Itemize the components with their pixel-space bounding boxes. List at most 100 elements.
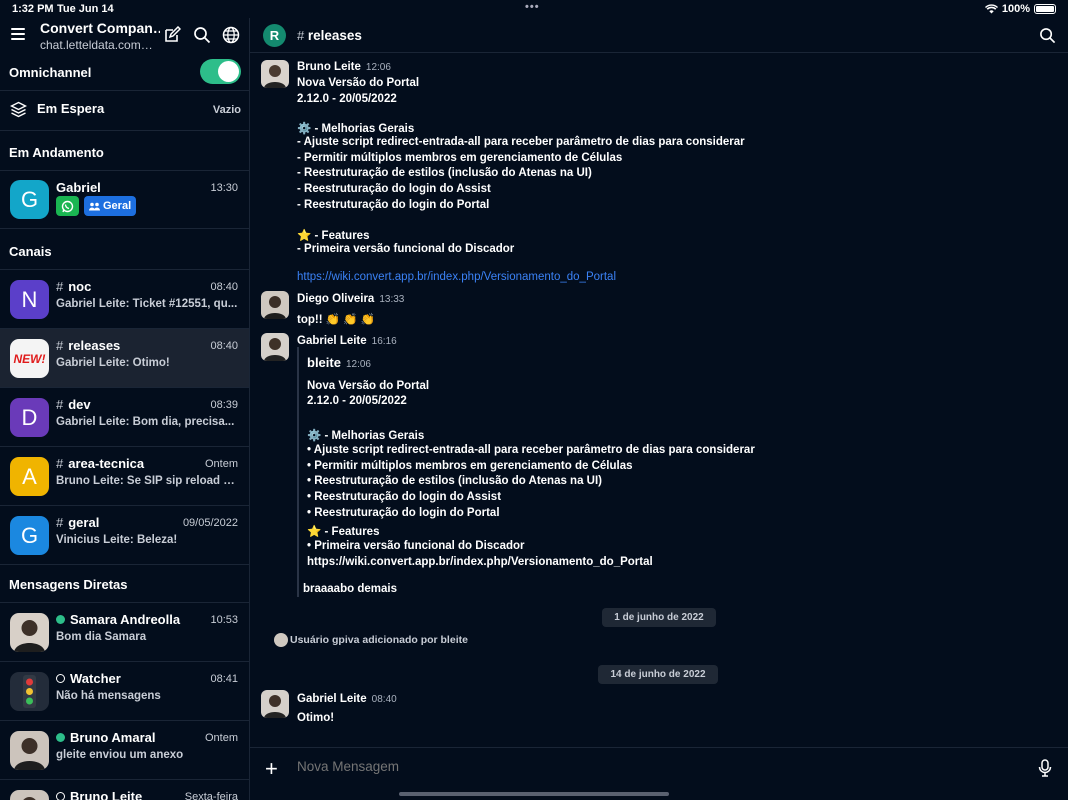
chat-main: R # releases Bruno Leite 12:06 Nova Versã… (250, 18, 1068, 800)
message-time: 16:16 (371, 336, 397, 347)
last-message: Não há mensagens (56, 690, 161, 702)
avatar: NEW! (10, 339, 49, 378)
channel-name: # noc (56, 279, 91, 294)
workspace-title[interactable]: Convert Compan… (40, 20, 160, 36)
battery-percent: 100% (1001, 3, 1030, 15)
message-author[interactable]: Diego Oliveira 13:33 (297, 293, 404, 305)
hash-icon: # (56, 279, 64, 294)
date-separator: 1 de junho de 2022 (602, 608, 716, 627)
channel-name: # releases (56, 338, 120, 353)
direct-name-text: Samara Andreolla (70, 612, 181, 627)
quote-line: ⭐ - Features (307, 526, 380, 538)
quote-time: 12:06 (345, 359, 371, 370)
channel-item-dev[interactable]: D # dev Gabriel Leite: Bom dia, precisa... 0… (0, 388, 249, 446)
message-list: Bruno Leite 12:06 Nova Versão do Portal 2… (250, 53, 1068, 745)
whatsapp-icon (56, 196, 79, 216)
direct-item[interactable]: Bruno Amaral gleite enviou um anexo Ontem (0, 721, 249, 779)
conversation-time: 08:39 (210, 399, 238, 411)
message-text: top!! 👏 👏 👏 (297, 314, 376, 326)
message-line: Nova Versão do Portal (297, 77, 420, 89)
avatar[interactable] (261, 690, 289, 718)
traffic-light-icon (23, 675, 36, 708)
multitask-dots-icon[interactable]: ••• (525, 1, 540, 13)
avatar[interactable] (261, 291, 289, 319)
message-author[interactable]: Bruno Leite 12:06 (297, 61, 391, 73)
avatar: G (10, 180, 49, 219)
direct-name: Samara Andreolla (56, 612, 180, 627)
quote-line: • Ajuste script redirect-entrada-all par… (307, 444, 755, 456)
message-line: - Reestruturação do login do Assist (297, 183, 491, 195)
date-separator: 14 de junho de 2022 (598, 665, 718, 684)
omnichannel-toggle[interactable] (200, 59, 241, 84)
message-line: - Permitir múltiplos membros em gerencia… (297, 152, 623, 164)
menu-icon[interactable] (11, 28, 25, 40)
status-online-icon (56, 615, 65, 624)
em-espera-row[interactable]: Em Espera Vazio (0, 90, 249, 130)
last-message: Gabriel Leite: Bom dia, precisa... (56, 416, 235, 428)
avatar[interactable] (261, 333, 289, 361)
channel-name-text: geral (68, 515, 100, 530)
channel-item-area-tecnica[interactable]: A # area-tecnica Bruno Leite: Se SIP sip re… (0, 447, 249, 505)
group-icon (89, 202, 100, 210)
direct-item[interactable]: Watcher Não há mensagens 08:41 (0, 662, 249, 720)
message-link[interactable]: https://wiki.convert.app.br/index.php/Ve… (297, 271, 616, 283)
sidebar-header: Convert Compan… chat.letteldata.com… (0, 18, 249, 54)
search-icon[interactable] (1039, 27, 1056, 44)
sidebar: Convert Compan… chat.letteldata.com… Omn… (0, 18, 250, 800)
battery-icon (1034, 4, 1056, 14)
channel-item-noc[interactable]: N # noc Gabriel Leite: Ticket #12551, qu...… (0, 270, 249, 328)
channel-item-releases[interactable]: NEW! # releases Gabriel Leite: Otimo! 08:40 (0, 329, 249, 387)
add-attachment-icon[interactable]: + (265, 756, 278, 782)
last-message: Gabriel Leite: Otimo! (56, 357, 170, 369)
system-message-text: Usuário gpiva adicionado por bleite (290, 634, 468, 646)
hash-icon: # (56, 515, 64, 530)
em-espera-value: Vazio (212, 104, 241, 116)
search-icon[interactable] (193, 26, 211, 44)
room-title[interactable]: # releases (297, 28, 362, 43)
hash-icon: # (56, 338, 64, 353)
microphone-icon[interactable] (1038, 759, 1052, 777)
room-title-text: releases (307, 28, 362, 43)
home-indicator[interactable] (399, 792, 669, 796)
workspace-url: chat.letteldata.com… (40, 38, 153, 52)
direct-name: Bruno Leite (56, 789, 142, 800)
message-input[interactable] (297, 759, 997, 774)
message-time: 12:06 (365, 62, 391, 73)
direct-name: Bruno Amaral (56, 730, 155, 745)
quote-line: ⚙️ - Melhorias Gerais (307, 430, 425, 442)
section-mensagens-diretas: Mensagens Diretas (9, 577, 128, 592)
message-author[interactable]: Gabriel Leite 08:40 (297, 693, 397, 705)
direct-name-text: Bruno Amaral (70, 730, 156, 745)
message-time: 13:33 (379, 294, 405, 305)
globe-icon[interactable] (222, 26, 240, 44)
channel-name: # geral (56, 515, 99, 530)
quote-line: • Reestruturação do login do Portal (307, 507, 500, 519)
status-offline-icon (56, 674, 65, 683)
direct-name: Watcher (56, 671, 121, 686)
message-line: - Reestruturação de estilos (inclusão do… (297, 167, 592, 179)
room-header: R # releases (250, 18, 1068, 53)
message-line: 2.12.0 - 20/05/2022 (297, 93, 397, 105)
direct-name-text: Bruno Leite (70, 789, 143, 800)
last-message: gleite enviou um anexo (56, 749, 184, 761)
channel-name: # area-tecnica (56, 456, 144, 471)
channel-item-geral[interactable]: G # geral Vinicius Leite: Beleza! 09/05/2022 (0, 506, 249, 564)
last-message: Bom dia Samara (56, 631, 147, 643)
channel-name-text: noc (68, 279, 92, 294)
conversation-time: 08:40 (210, 340, 238, 352)
conversation-name: Gabriel (56, 180, 101, 195)
conversation-time: 09/05/2022 (182, 517, 238, 529)
quote-link[interactable]: https://wiki.convert.app.br/index.php/Ve… (307, 556, 653, 568)
room-avatar[interactable]: R (263, 24, 286, 47)
avatar[interactable] (261, 60, 289, 88)
quote-line: • Reestruturação do login do Assist (307, 491, 502, 503)
quoted-message[interactable]: bleite 12:06 Nova Versão do Portal 2.12.0… (297, 347, 817, 597)
avatar: A (10, 457, 49, 496)
message-author[interactable]: Gabriel Leite 16:16 (297, 335, 397, 347)
hash-icon: # (56, 397, 64, 412)
channel-name-text: dev (68, 397, 91, 412)
direct-item[interactable]: Bruno Leite Sexta-feira (0, 780, 249, 800)
direct-item[interactable]: Samara Andreolla Bom dia Samara 10:53 (0, 603, 249, 661)
compose-icon[interactable] (163, 26, 181, 44)
status-bar: 1:32 PM Tue Jun 14 ••• 100% (0, 0, 1068, 18)
